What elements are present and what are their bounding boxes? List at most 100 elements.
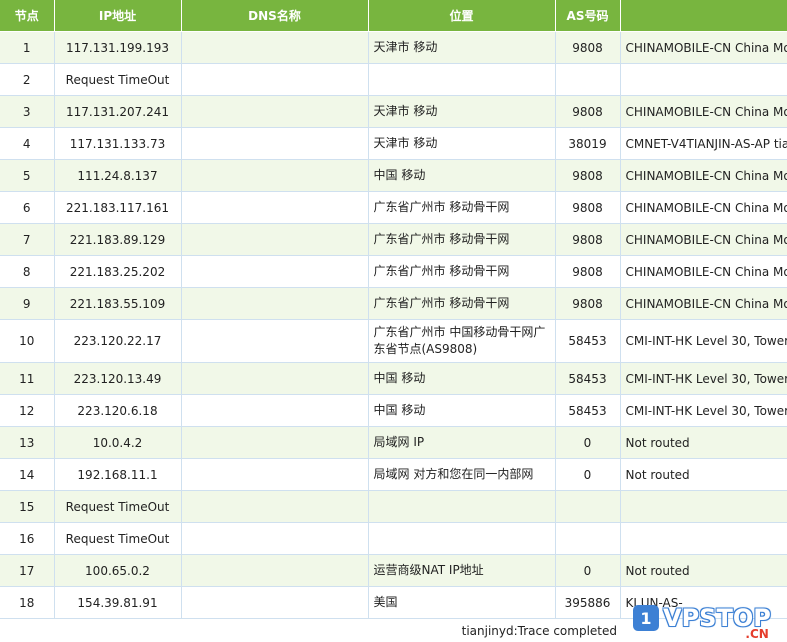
- ip-cell: 117.131.199.193: [54, 31, 182, 64]
- ip-cell: 10.0.4.2: [54, 426, 182, 459]
- dns-cell: [181, 95, 369, 128]
- ip-cell: 221.183.25.202: [54, 255, 182, 288]
- table-row: 4 117.131.133.73 天津市 移动 38019 CMNET-V4TIANJI…: [0, 127, 787, 160]
- table-row: 5 111.24.8.137 中国 移动 9808 CHINAMOBILE-CN Chi…: [0, 159, 787, 192]
- as-cell: 9808: [555, 223, 621, 256]
- as-cell: 58453: [555, 362, 621, 395]
- site-watermark: 1 VPSTOP .CN: [633, 597, 783, 641]
- hop-cell: 1: [0, 31, 55, 64]
- dns-cell: [181, 287, 369, 320]
- header-as: AS号码: [555, 0, 621, 32]
- table-row: 1 117.131.199.193 天津市 移动 9808 CHINAMOBILE-CN…: [0, 31, 787, 64]
- network-cell: CHINAMOBILE-CN China Mobil: [620, 191, 787, 224]
- as-cell: 395886: [555, 586, 621, 619]
- table-row: 6 221.183.117.161 广东省广州市 移动骨干网 9808 CHINAMOB…: [0, 191, 787, 224]
- hop-cell: 2: [0, 63, 55, 96]
- as-cell: 58453: [555, 394, 621, 427]
- location-cell: 广东省广州市 移动骨干网: [368, 223, 556, 256]
- as-cell: 9808: [555, 31, 621, 64]
- network-cell: [620, 490, 787, 523]
- watermark-text: VPSTOP .CN: [663, 605, 771, 641]
- network-cell: CHINAMOBILE-CN China Mobil: [620, 287, 787, 320]
- as-cell: [555, 63, 621, 96]
- location-cell: 广东省广州市 移动骨干网: [368, 287, 556, 320]
- watermark-sub: .CN: [745, 627, 769, 641]
- header-location: 位置: [368, 0, 556, 32]
- hop-cell: 18: [0, 586, 55, 619]
- dns-cell: [181, 191, 369, 224]
- location-cell: 美国: [368, 586, 556, 619]
- hop-cell: 13: [0, 426, 55, 459]
- ip-cell: 154.39.81.91: [54, 586, 182, 619]
- ip-cell: Request TimeOut: [54, 63, 182, 96]
- as-cell: 38019: [555, 127, 621, 160]
- ip-cell: 111.24.8.137: [54, 159, 182, 192]
- dns-cell: [181, 426, 369, 459]
- hop-cell: 6: [0, 191, 55, 224]
- network-cell: [620, 522, 787, 555]
- network-cell: CHINAMOBILE-CN China Mobil: [620, 255, 787, 288]
- hop-cell: 4: [0, 127, 55, 160]
- header-ip: IP地址: [54, 0, 182, 32]
- table-row: 14 192.168.11.1 局域网 对方和您在同一内部网 0 Not routed: [0, 458, 787, 491]
- dns-cell: [181, 223, 369, 256]
- dns-cell: [181, 490, 369, 523]
- as-cell: 9808: [555, 191, 621, 224]
- ip-cell: 223.120.13.49: [54, 362, 182, 395]
- network-cell: CMI-INT-HK Level 30, Tower 1: [620, 362, 787, 395]
- hop-cell: 14: [0, 458, 55, 491]
- dns-cell: [181, 31, 369, 64]
- header-dns: DNS名称: [181, 0, 369, 32]
- location-cell: 中国 移动: [368, 362, 556, 395]
- hop-cell: 3: [0, 95, 55, 128]
- dns-cell: [181, 362, 369, 395]
- header-network: [620, 0, 787, 32]
- as-cell: [555, 490, 621, 523]
- hop-cell: 16: [0, 522, 55, 555]
- network-cell: CMI-INT-HK Level 30, Tower 1: [620, 394, 787, 427]
- table-row: 2 Request TimeOut: [0, 63, 787, 96]
- ip-cell: 117.131.207.241: [54, 95, 182, 128]
- network-cell: Not routed: [620, 554, 787, 587]
- network-cell: CHINAMOBILE-CN China Mobil: [620, 223, 787, 256]
- location-cell: 广东省广州市 中国移动骨干网广东省节点(AS9808): [368, 319, 556, 363]
- as-cell: 0: [555, 458, 621, 491]
- as-cell: 9808: [555, 159, 621, 192]
- location-cell: [368, 63, 556, 96]
- hop-cell: 7: [0, 223, 55, 256]
- watermark-badge: 1: [633, 605, 659, 631]
- as-cell: 9808: [555, 287, 621, 320]
- dns-cell: [181, 554, 369, 587]
- location-cell: 局域网 对方和您在同一内部网: [368, 458, 556, 491]
- dns-cell: [181, 522, 369, 555]
- ip-cell: 192.168.11.1: [54, 458, 182, 491]
- as-cell: 0: [555, 554, 621, 587]
- dns-cell: [181, 159, 369, 192]
- dns-cell: [181, 586, 369, 619]
- ip-cell: 100.65.0.2: [54, 554, 182, 587]
- network-cell: Not routed: [620, 426, 787, 459]
- dns-cell: [181, 255, 369, 288]
- table-row: 15 Request TimeOut: [0, 490, 787, 523]
- location-cell: 天津市 移动: [368, 127, 556, 160]
- dns-cell: [181, 394, 369, 427]
- network-cell: [620, 63, 787, 96]
- network-cell: Not routed: [620, 458, 787, 491]
- as-cell: [555, 522, 621, 555]
- dns-cell: [181, 63, 369, 96]
- hop-cell: 5: [0, 159, 55, 192]
- table-row: 11 223.120.13.49 中国 移动 58453 CMI-INT-HK Leve…: [0, 362, 787, 395]
- ip-cell: 223.120.6.18: [54, 394, 182, 427]
- location-cell: 中国 移动: [368, 159, 556, 192]
- network-cell: CHINAMOBILE-CN China Mobil: [620, 31, 787, 64]
- location-cell: 天津市 移动: [368, 95, 556, 128]
- hop-cell: 11: [0, 362, 55, 395]
- location-cell: 运营商级NAT IP地址: [368, 554, 556, 587]
- ip-cell: 221.183.117.161: [54, 191, 182, 224]
- location-cell: 天津市 移动: [368, 31, 556, 64]
- trace-status: tianjinyd:Trace completed: [461, 624, 617, 638]
- table-row: 10 223.120.22.17 广东省广州市 中国移动骨干网广东省节点(AS980…: [0, 319, 787, 363]
- network-cell: CMI-INT-HK Level 30, Tower 1: [620, 319, 787, 363]
- ip-cell: 221.183.55.109: [54, 287, 182, 320]
- as-cell: 0: [555, 426, 621, 459]
